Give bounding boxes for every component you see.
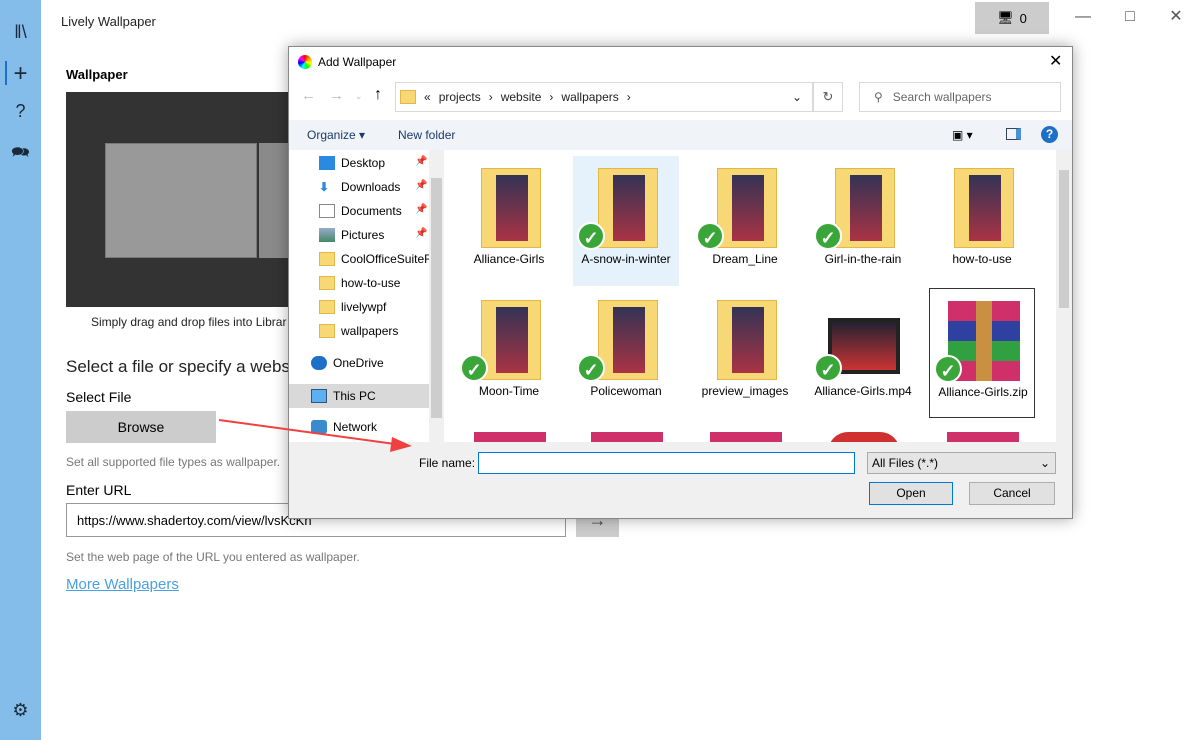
annotation-arrow <box>218 419 412 452</box>
